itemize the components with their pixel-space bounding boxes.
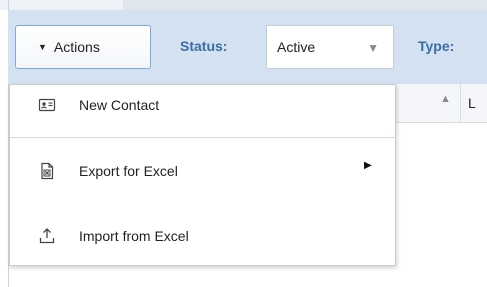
menu-item-label: New Contact (79, 97, 160, 113)
column-header-partial[interactable]: L (468, 95, 476, 111)
menu-item-new-contact[interactable]: New Contact (10, 85, 395, 125)
actions-button[interactable]: ▼ Actions (15, 25, 151, 69)
status-select[interactable]: Active ▼ (266, 25, 394, 69)
caret-down-icon: ▼ (38, 42, 47, 52)
actions-menu: New Contact Export for Excel ▶ Import fr… (9, 84, 396, 266)
chevron-down-icon: ▼ (367, 41, 379, 55)
top-strip (0, 0, 487, 10)
column-separator (460, 84, 461, 122)
type-label: Type: (418, 38, 455, 54)
excel-file-icon (41, 162, 54, 180)
submenu-arrow-icon: ▶ (364, 160, 372, 171)
status-select-value: Active (277, 39, 316, 55)
upload-icon (39, 228, 55, 244)
menu-item-export-excel[interactable]: Export for Excel ▶ (10, 151, 395, 191)
sort-ascending-icon[interactable]: ▲ (440, 93, 451, 105)
menu-item-label: Import from Excel (79, 228, 189, 244)
actions-button-label: Actions (53, 39, 100, 55)
menu-item-label: Export for Excel (79, 163, 178, 179)
menu-item-import-excel[interactable]: Import from Excel (10, 216, 395, 256)
top-strip-segment (123, 0, 487, 10)
contact-card-icon (38, 98, 56, 112)
status-label: Status: (180, 38, 228, 54)
menu-separator (10, 137, 395, 138)
